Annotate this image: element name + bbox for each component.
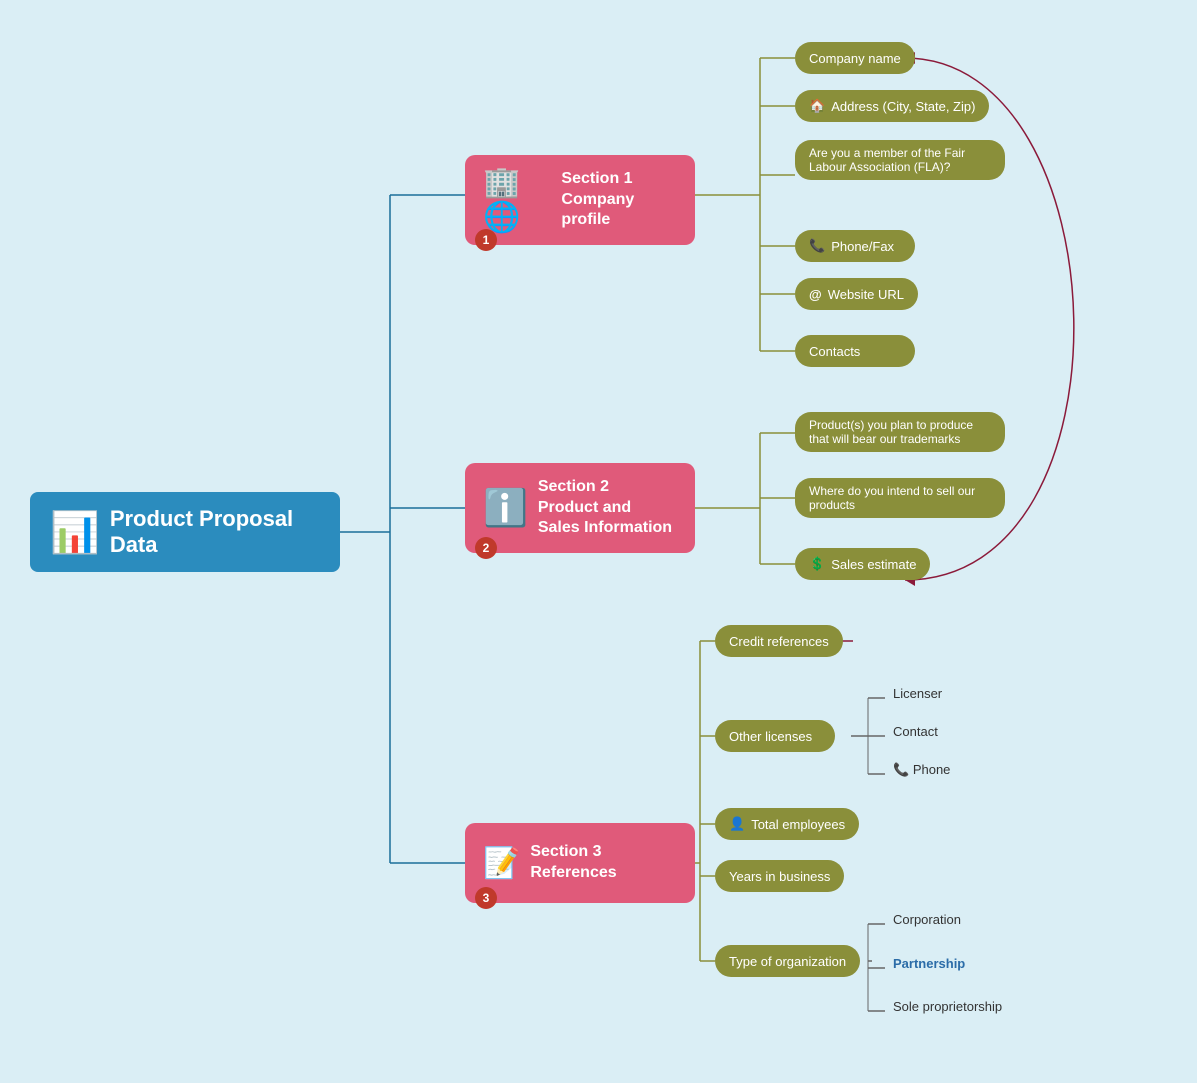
- plain-phone-label: Phone: [913, 762, 951, 777]
- plain-sole: Sole proprietorship: [885, 995, 1010, 1018]
- leaf-phone: 📞 Phone/Fax: [795, 230, 915, 262]
- presenter-icon: 📊: [50, 509, 100, 556]
- plain-partnership-label: Partnership: [893, 956, 965, 971]
- section-3-icon: 📝: [483, 846, 520, 881]
- leaf-website-label: Website URL: [828, 287, 904, 302]
- root-node: 📊 Product Proposal Data: [30, 492, 340, 572]
- leaf-fla: Are you a member of the Fair Labour Asso…: [795, 140, 1005, 180]
- section-1-icon: 🏢🌐: [483, 165, 551, 235]
- leaf-licenses-label: Other licenses: [729, 729, 812, 744]
- section-2-node: ℹ️ Section 2 Product and Sales Informati…: [465, 463, 695, 553]
- plain-licenser-label: Licenser: [893, 686, 942, 701]
- leaf-employees: 👤 Total employees: [715, 808, 859, 840]
- section-1-node: 🏢🌐 Section 1 Company profile 1: [465, 155, 695, 245]
- leaf-company-name-label: Company name: [809, 51, 901, 66]
- leaf-org: Type of organization: [715, 945, 860, 977]
- plain-licenser: Licenser: [885, 682, 950, 705]
- leaf-website: @ Website URL: [795, 278, 918, 310]
- section-3-node: 📝 Section 3 References 3: [465, 823, 695, 903]
- section-2-icon: ℹ️: [483, 487, 528, 529]
- leaf-address-label: Address (City, State, Zip): [831, 99, 975, 114]
- leaf-address: 🏠 Address (City, State, Zip): [795, 90, 989, 122]
- plain-corporation: Corporation: [885, 908, 969, 931]
- section-1-badge: 1: [475, 229, 497, 251]
- leaf-org-label: Type of organization: [729, 954, 846, 969]
- section-2-line2: Product and Sales Information: [538, 498, 677, 540]
- plain-corporation-label: Corporation: [893, 912, 961, 927]
- section-3-line1: Section 3: [530, 842, 616, 863]
- plain-partnership: Partnership: [885, 952, 973, 975]
- leaf-sales-label: Sales estimate: [831, 557, 916, 572]
- section-1-line2: Company profile: [561, 190, 677, 232]
- leaf-credit-label: Credit references: [729, 634, 829, 649]
- section-2-badge: 2: [475, 537, 497, 559]
- leaf-contacts: Contacts: [795, 335, 915, 367]
- leaf-contacts-label: Contacts: [809, 344, 860, 359]
- section-3-line2: References: [530, 863, 616, 884]
- section-2-line1: Section 2: [538, 477, 677, 498]
- plain-sole-label: Sole proprietorship: [893, 999, 1002, 1014]
- leaf-sell-label: Where do you intend to sell our products: [809, 484, 991, 512]
- section-1-line1: Section 1: [561, 169, 677, 190]
- leaf-sales: 💲 Sales estimate: [795, 548, 930, 580]
- plain-contact: Contact: [885, 720, 946, 743]
- leaf-licenses: Other licenses: [715, 720, 835, 752]
- plain-phone: 📞 Phone: [885, 758, 958, 782]
- leaf-employees-label: Total employees: [751, 817, 845, 832]
- leaf-credit: Credit references: [715, 625, 843, 657]
- leaf-years: Years in business: [715, 860, 844, 892]
- leaf-products: Product(s) you plan to produce that will…: [795, 412, 1005, 452]
- root-label: Product Proposal Data: [110, 506, 320, 558]
- section-3-badge: 3: [475, 887, 497, 909]
- leaf-phone-label: Phone/Fax: [831, 239, 894, 254]
- leaf-sell: Where do you intend to sell our products: [795, 478, 1005, 518]
- leaf-years-label: Years in business: [729, 869, 830, 884]
- leaf-company-name: Company name: [795, 42, 915, 74]
- plain-contact-label: Contact: [893, 724, 938, 739]
- leaf-fla-label: Are you a member of the Fair Labour Asso…: [809, 146, 991, 174]
- leaf-products-label: Product(s) you plan to produce that will…: [809, 418, 991, 446]
